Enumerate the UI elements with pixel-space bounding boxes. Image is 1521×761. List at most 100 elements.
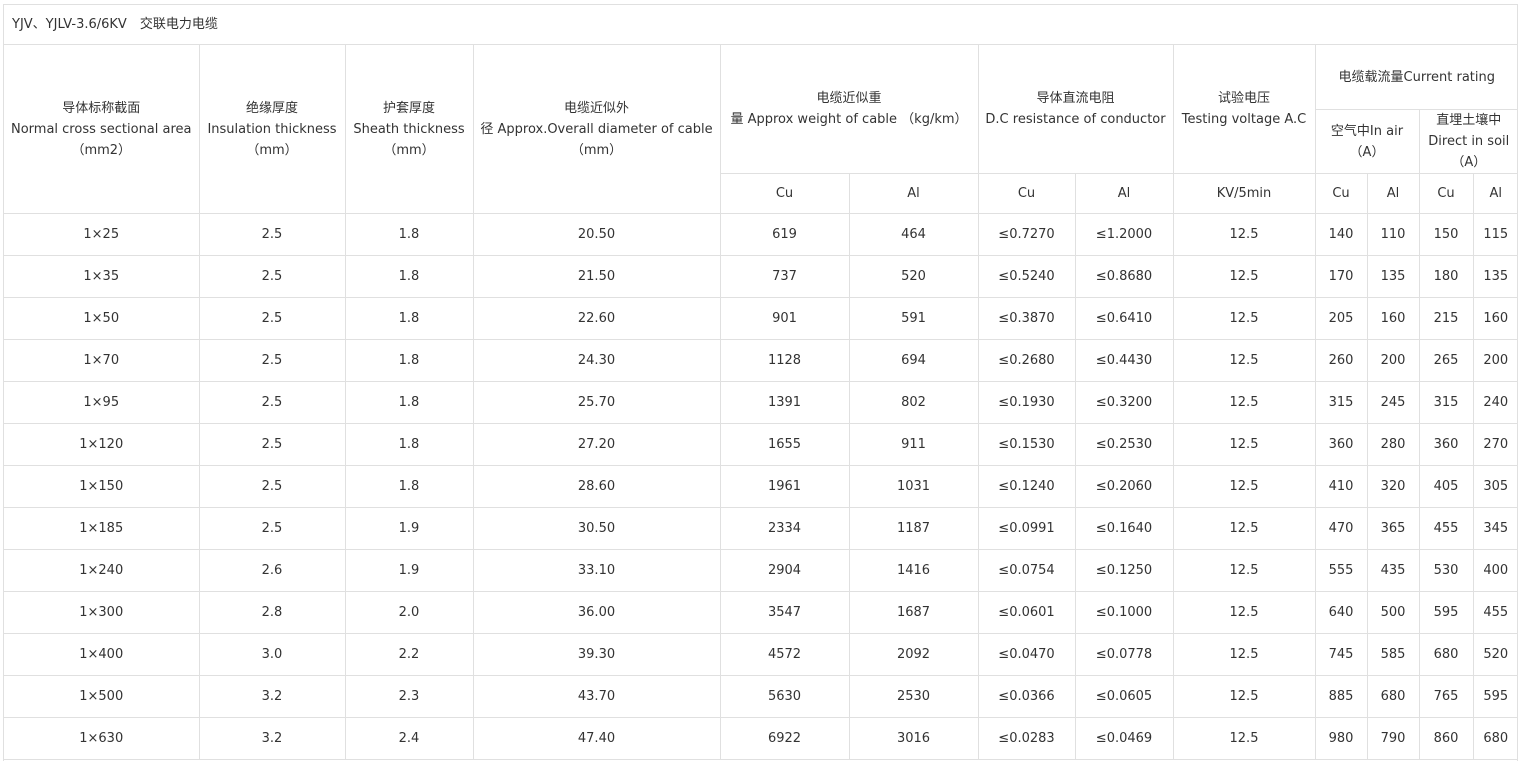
cell-area: 1×25 xyxy=(4,213,200,256)
cell-soil-al: 455 xyxy=(1472,591,1519,634)
cell-soil-cu: 265 xyxy=(1418,339,1474,382)
cell-insulation: 2.5 xyxy=(198,297,346,340)
cell-diameter: 47.40 xyxy=(472,717,721,760)
cell-insulation: 3.2 xyxy=(198,675,346,718)
cell-sheath: 2.3 xyxy=(344,675,474,718)
cell-air-al: 680 xyxy=(1366,675,1420,718)
cell-resistance-al: ≤0.1250 xyxy=(1074,549,1174,592)
cell-area: 1×70 xyxy=(4,339,200,382)
cell-sheath: 1.8 xyxy=(344,213,474,256)
table-row: 1×120 2.5 1.8 27.20 1655 911 ≤0.1530 ≤0.2530 12.… xyxy=(4,423,1519,466)
cell-weight-cu: 901 xyxy=(719,297,850,340)
table-caption: YJV、YJLV-3.6/6KV 交联电力电缆 xyxy=(4,5,1517,45)
cell-sheath: 1.8 xyxy=(344,465,474,508)
cell-air-al: 245 xyxy=(1366,381,1420,424)
cell-soil-al: 520 xyxy=(1472,633,1519,676)
header-insulation: 绝缘厚度 Insulation thickness （mm） xyxy=(198,45,346,214)
cell-weight-cu: 1655 xyxy=(719,423,850,466)
cell-insulation: 2.5 xyxy=(198,423,346,466)
cell-insulation: 2.5 xyxy=(198,213,346,256)
table-row: 1×500 3.2 2.3 43.70 5630 2530 ≤0.0366 ≤0.0605 12… xyxy=(4,675,1519,718)
cell-area: 1×300 xyxy=(4,591,200,634)
cell-resistance-cu: ≤0.0754 xyxy=(977,549,1076,592)
header-voltage: 试验电压 Testing voltage A.C xyxy=(1172,45,1316,174)
cell-resistance-cu: ≤0.3870 xyxy=(977,297,1076,340)
cell-air-al: 585 xyxy=(1366,633,1420,676)
cell-soil-al: 270 xyxy=(1472,423,1519,466)
table-row: 1×95 2.5 1.8 25.70 1391 802 ≤0.1930 ≤0.3200 12.5… xyxy=(4,381,1519,424)
cell-air-al: 200 xyxy=(1366,339,1420,382)
cell-resistance-al: ≤0.1000 xyxy=(1074,591,1174,634)
cell-air-al: 790 xyxy=(1366,717,1420,760)
cell-voltage: 12.5 xyxy=(1172,423,1316,466)
cell-weight-cu: 4572 xyxy=(719,633,850,676)
cell-weight-al: 1031 xyxy=(848,465,979,508)
cell-soil-cu: 860 xyxy=(1418,717,1474,760)
cell-soil-al: 135 xyxy=(1472,255,1519,298)
cell-sheath: 1.9 xyxy=(344,507,474,550)
cell-resistance-cu: ≤0.0366 xyxy=(977,675,1076,718)
cell-resistance-cu: ≤0.0470 xyxy=(977,633,1076,676)
table-row: 1×240 2.6 1.9 33.10 2904 1416 ≤0.0754 ≤0.1250 12… xyxy=(4,549,1519,592)
cell-voltage: 12.5 xyxy=(1172,339,1316,382)
cell-diameter: 30.50 xyxy=(472,507,721,550)
cell-soil-cu: 315 xyxy=(1418,381,1474,424)
cell-weight-al: 911 xyxy=(848,423,979,466)
cell-soil-al: 115 xyxy=(1472,213,1519,256)
cell-weight-cu: 1961 xyxy=(719,465,850,508)
cell-weight-cu: 619 xyxy=(719,213,850,256)
cell-weight-cu: 1128 xyxy=(719,339,850,382)
cell-area: 1×120 xyxy=(4,423,200,466)
subheader-weight-cu: Cu xyxy=(720,173,850,214)
cell-weight-cu: 2904 xyxy=(719,549,850,592)
cell-voltage: 12.5 xyxy=(1172,675,1316,718)
cell-resistance-al: ≤0.6410 xyxy=(1074,297,1174,340)
cell-resistance-al: ≤0.2530 xyxy=(1074,423,1174,466)
cell-insulation: 3.2 xyxy=(198,717,346,760)
cell-soil-cu: 405 xyxy=(1418,465,1474,508)
cell-insulation: 2.5 xyxy=(198,507,346,550)
cell-sheath: 1.8 xyxy=(344,381,474,424)
cell-weight-al: 3016 xyxy=(848,717,979,760)
cell-sheath: 2.0 xyxy=(344,591,474,634)
cell-soil-al: 400 xyxy=(1472,549,1519,592)
cell-resistance-cu: ≤0.2680 xyxy=(977,339,1076,382)
cell-area: 1×400 xyxy=(4,633,200,676)
cell-diameter: 22.60 xyxy=(472,297,721,340)
cell-resistance-cu: ≤0.0283 xyxy=(977,717,1076,760)
cell-weight-cu: 5630 xyxy=(719,675,850,718)
cell-sheath: 1.8 xyxy=(344,423,474,466)
cell-weight-al: 1687 xyxy=(848,591,979,634)
cell-soil-cu: 530 xyxy=(1418,549,1474,592)
table-row: 1×185 2.5 1.9 30.50 2334 1187 ≤0.0991 ≤0.1640 12… xyxy=(4,507,1519,550)
cell-soil-al: 680 xyxy=(1472,717,1519,760)
cell-resistance-cu: ≤0.1240 xyxy=(977,465,1076,508)
cell-voltage: 12.5 xyxy=(1172,255,1316,298)
cell-air-cu: 410 xyxy=(1314,465,1368,508)
table-row: 1×50 2.5 1.8 22.60 901 591 ≤0.3870 ≤0.6410 12.5 2… xyxy=(4,297,1519,340)
cell-air-al: 160 xyxy=(1366,297,1420,340)
cell-soil-al: 240 xyxy=(1472,381,1519,424)
cell-air-cu: 745 xyxy=(1314,633,1368,676)
header-resistance: 导体直流电阻 D.C resistance of conductor xyxy=(977,45,1174,174)
cell-insulation: 2.5 xyxy=(198,465,346,508)
cell-soil-al: 160 xyxy=(1472,297,1519,340)
cell-area: 1×500 xyxy=(4,675,200,718)
cell-insulation: 2.8 xyxy=(198,591,346,634)
cell-diameter: 39.30 xyxy=(472,633,721,676)
cell-air-cu: 260 xyxy=(1314,339,1368,382)
cell-air-cu: 315 xyxy=(1314,381,1368,424)
table-row: 1×70 2.5 1.8 24.30 1128 694 ≤0.2680 ≤0.4430 12.5… xyxy=(4,339,1519,382)
cell-insulation: 2.5 xyxy=(198,255,346,298)
cell-weight-al: 2530 xyxy=(848,675,979,718)
cell-diameter: 21.50 xyxy=(472,255,721,298)
cell-soil-cu: 215 xyxy=(1418,297,1474,340)
cell-insulation: 3.0 xyxy=(198,633,346,676)
cell-diameter: 20.50 xyxy=(472,213,721,256)
subheader-voltage-unit: KV/5min xyxy=(1172,173,1316,214)
cell-soil-al: 305 xyxy=(1472,465,1519,508)
cell-soil-cu: 765 xyxy=(1418,675,1474,718)
cell-air-al: 110 xyxy=(1366,213,1420,256)
cell-weight-cu: 1391 xyxy=(719,381,850,424)
subheader-resistance-cu: Cu xyxy=(977,173,1076,214)
